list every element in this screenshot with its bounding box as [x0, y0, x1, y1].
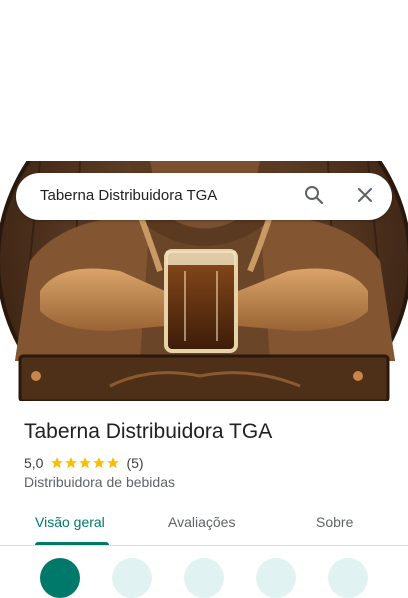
- save-button[interactable]: [112, 558, 152, 598]
- star-icon: [51, 457, 64, 469]
- star-icon: [93, 457, 106, 469]
- search-bar[interactable]: Taberna Distribuidora TGA: [16, 173, 392, 220]
- directions-button[interactable]: [40, 558, 80, 598]
- rating-stars: [50, 456, 120, 470]
- place-tabs: Visão geral Avaliações Sobre: [0, 503, 408, 545]
- search-button[interactable]: [298, 181, 330, 213]
- review-count[interactable]: (5): [126, 455, 143, 471]
- star-icon: [107, 457, 120, 469]
- tab-reviews[interactable]: Avaliações: [168, 514, 235, 530]
- nearby-button[interactable]: [184, 558, 224, 598]
- share-button[interactable]: [328, 558, 368, 598]
- close-icon: [356, 186, 374, 209]
- search-input[interactable]: Taberna Distribuidora TGA: [40, 187, 217, 204]
- place-category[interactable]: Distribuidora de bebidas: [24, 474, 175, 490]
- star-icon: [65, 457, 78, 469]
- tabs-divider: [0, 545, 408, 546]
- star-icon: [79, 457, 92, 469]
- tab-about[interactable]: Sobre: [316, 514, 353, 530]
- rating-value: 5,0: [24, 455, 44, 471]
- clear-search-button[interactable]: [349, 181, 381, 213]
- tab-overview[interactable]: Visão geral: [35, 514, 105, 530]
- rating-row[interactable]: 5,0 (5): [24, 454, 144, 472]
- search-icon: [304, 185, 324, 210]
- send-to-phone-button[interactable]: [256, 558, 296, 598]
- place-name: Taberna Distribuidora TGA: [24, 420, 273, 443]
